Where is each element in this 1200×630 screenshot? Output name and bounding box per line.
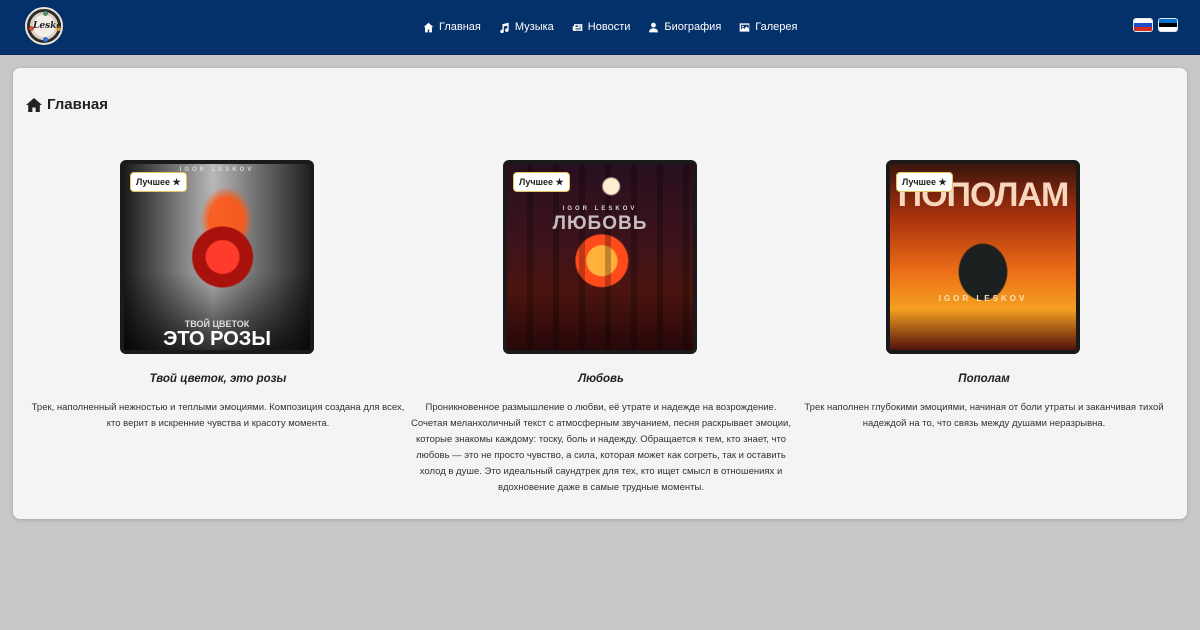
nav-item-gallery[interactable]: Галерея: [739, 19, 797, 35]
best-badge: Лучшее ★: [130, 172, 187, 192]
site-logo[interactable]: Leskov: [25, 7, 63, 45]
home-icon: [26, 97, 42, 112]
track-title: Пополам: [958, 373, 1010, 385]
nav-item-label: Музыка: [514, 21, 554, 33]
track-description: Трек, наполненный нежностью и теплыми эм…: [31, 402, 405, 429]
navbar: Leskov Главная Музыка Новости Биография …: [0, 0, 1200, 55]
main-panel: Главная IGOR LESKOV ТВОЙ ЦВЕТОК ЭТО РОЗЫ…: [13, 68, 1187, 519]
nav-item-label: Биография: [664, 21, 722, 33]
track-title: Твой цветок, это розы: [149, 373, 287, 385]
nav-item-label: Новости: [587, 21, 631, 33]
nav-item-biography[interactable]: Биография: [648, 19, 721, 35]
nav-item-label: Галерея: [755, 21, 798, 33]
logo-text: Leskov: [33, 21, 61, 31]
cover-title: ЭТО РОЗЫ: [163, 328, 271, 350]
track-description: Проникновенное размышление о любви, её у…: [411, 402, 791, 493]
main-navigation: Главная Музыка Новости Биография Галерея: [423, 19, 797, 35]
best-badge: Лучшее ★: [896, 172, 953, 192]
logo-decoration: [43, 11, 48, 16]
user-icon: [649, 22, 659, 32]
nav-item-label: Главная: [439, 21, 481, 33]
cover-artist: IGOR LESKOV: [938, 294, 1028, 303]
russian-flag-icon[interactable]: [1133, 18, 1153, 32]
home-icon: [423, 22, 434, 32]
language-switcher: [1133, 18, 1178, 32]
cover-title: ЛЮБОВЬ: [552, 213, 648, 234]
track-description: Трек наполнен глубокими эмоциями, начина…: [804, 402, 1164, 429]
page-title-text: Главная: [47, 96, 109, 113]
nav-item-news[interactable]: Новости: [572, 19, 631, 35]
track-cover[interactable]: ПОПОЛАМ IGOR LESKOV Лучшее ★: [886, 160, 1080, 354]
logo-decoration: [43, 37, 48, 42]
image-icon: [739, 22, 750, 32]
track-cover[interactable]: IGOR LESKOV ЛЮБОВЬ Лучшее ★: [503, 160, 697, 354]
newspaper-icon: [572, 23, 583, 31]
music-icon: [500, 22, 509, 33]
estonian-flag-icon[interactable]: [1158, 18, 1178, 32]
nav-item-home[interactable]: Главная: [423, 19, 481, 35]
page-title: Главная: [25, 96, 108, 113]
track-title: Любовь: [578, 373, 624, 385]
nav-item-music[interactable]: Музыка: [499, 19, 554, 35]
track-cover[interactable]: IGOR LESKOV ТВОЙ ЦВЕТОК ЭТО РОЗЫ Лучшее …: [120, 160, 314, 354]
best-badge: Лучшее ★: [513, 172, 570, 192]
cover-artist: IGOR LESKOV: [562, 206, 638, 212]
